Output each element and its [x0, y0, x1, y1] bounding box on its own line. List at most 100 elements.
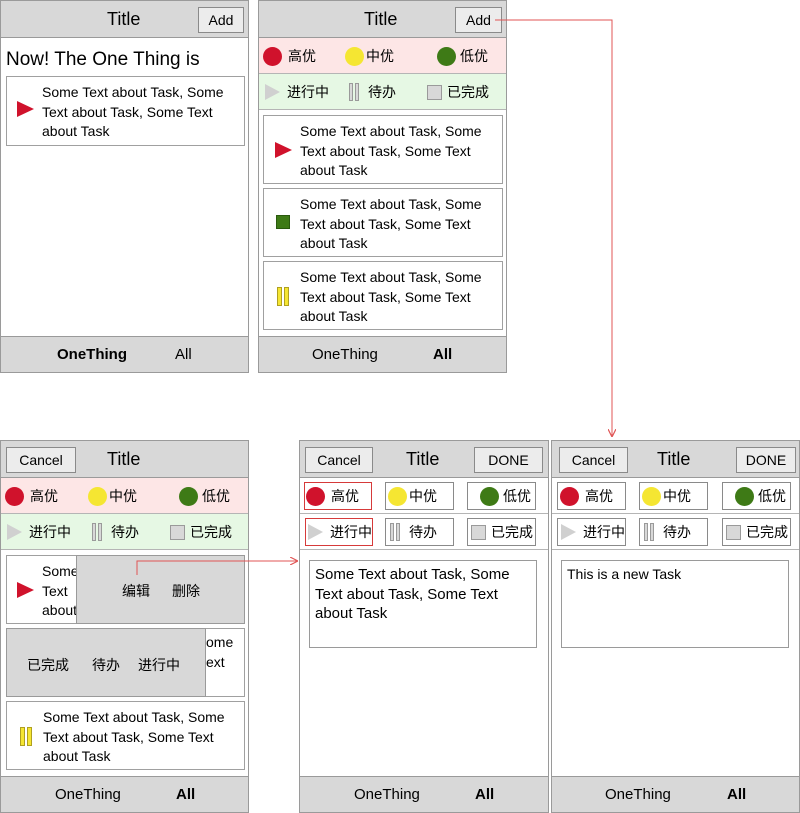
tab-all[interactable]: All — [176, 786, 195, 803]
priority-mid[interactable]: 中优 — [385, 482, 454, 510]
tab-all[interactable]: All — [175, 346, 192, 363]
new-task-input[interactable]: This is a new Task — [561, 560, 789, 648]
priority-low[interactable]: 低优 — [722, 482, 791, 510]
priority-mid[interactable]: 中优 — [345, 38, 394, 74]
priority-filter-bar: 高优 中优 低优 — [1, 478, 248, 514]
play-icon — [308, 524, 323, 540]
mark-done-button[interactable]: 已完成 — [27, 655, 69, 675]
priority-selector: 高优 中优 低优 — [300, 478, 548, 514]
status-doing[interactable]: 进行中 — [7, 514, 71, 550]
priority-high-label: 高优 — [331, 488, 359, 504]
header: Cancel Title DONE — [552, 441, 799, 478]
done-button[interactable]: DONE — [736, 447, 796, 473]
red-dot-icon — [306, 486, 325, 506]
tab-all[interactable]: All — [475, 786, 494, 803]
header: Cancel Title — [1, 441, 248, 478]
status-done-label: 已完成 — [447, 84, 489, 100]
priority-high[interactable]: 高优 — [263, 38, 316, 74]
priority-mid-label: 中优 — [366, 48, 394, 64]
status-filter-bar: 进行中 待办 已完成 — [1, 514, 248, 550]
priority-filter-bar: 高优 中优 低优 — [259, 38, 506, 74]
task-text: Some Text about Task, Some Text about Ta… — [300, 196, 482, 251]
header: Title Add — [259, 1, 506, 38]
tab-onething[interactable]: OneThing — [312, 346, 378, 363]
priority-high[interactable]: 高优 — [557, 482, 626, 510]
stop-icon — [726, 524, 741, 540]
priority-mid[interactable]: 中优 — [88, 478, 137, 514]
status-todo[interactable]: 待办 — [639, 518, 708, 546]
status-doing[interactable]: 进行中 — [557, 518, 626, 546]
tab-all[interactable]: All — [727, 786, 746, 803]
status-todo[interactable]: 待办 — [349, 74, 396, 110]
task-card[interactable]: Some Text about Task, Some Text about Ta… — [6, 76, 245, 146]
tab-onething[interactable]: OneThing — [605, 786, 671, 803]
status-done[interactable]: 已完成 — [467, 518, 536, 546]
delete-button[interactable]: 删除 — [172, 581, 200, 601]
doing-red-icon — [17, 101, 34, 117]
play-icon — [265, 84, 280, 100]
priority-low[interactable]: 低优 — [179, 478, 230, 514]
edit-button[interactable]: 编辑 — [122, 581, 150, 601]
tab-all[interactable]: All — [433, 346, 452, 363]
pause-icon — [644, 523, 656, 541]
task-card[interactable]: Some Text about Task, Some Text about Ta… — [263, 261, 503, 330]
cancel-button[interactable]: Cancel — [559, 447, 628, 473]
status-todo[interactable]: 待办 — [92, 514, 139, 550]
screen-onething: Title Add Now! The One Thing is Some Tex… — [0, 0, 249, 373]
screen-edit-task: Cancel Title DONE 高优 中优 低优 进行中 待办 已完成 So… — [299, 440, 549, 813]
yellow-dot-icon — [388, 486, 407, 506]
priority-low[interactable]: 低优 — [437, 38, 488, 74]
header: Title Add — [1, 1, 248, 38]
status-todo-label: 待办 — [409, 524, 437, 540]
priority-high[interactable]: 高优 — [5, 478, 58, 514]
mark-doing-button[interactable]: 进行中 — [138, 655, 180, 675]
task-text: Some Text about Task, Some Text about Ta… — [43, 709, 225, 764]
screen-title: Title — [657, 449, 691, 469]
stop-icon — [427, 84, 442, 100]
tab-onething[interactable]: OneThing — [55, 786, 121, 803]
priority-low[interactable]: 低优 — [467, 482, 536, 510]
screen-all: Title Add 高优 中优 低优 进行中 待办 已完成 Some Text … — [258, 0, 507, 373]
status-todo-label: 待办 — [368, 84, 396, 100]
screen-title: Title — [406, 449, 440, 469]
yellow-dot-icon — [88, 486, 107, 506]
task-card[interactable]: Some Text about Task, Some Text about Ta… — [263, 188, 503, 257]
play-icon — [561, 524, 576, 540]
screen-new-task: Cancel Title DONE 高优 中优 低优 进行中 待办 已完成 Th… — [551, 440, 800, 813]
add-button[interactable]: Add — [198, 7, 244, 33]
priority-mid[interactable]: 中优 — [639, 482, 708, 510]
status-filter-bar: 进行中 待办 已完成 — [259, 74, 506, 110]
done-button[interactable]: DONE — [474, 447, 543, 473]
screen-title: Title — [364, 9, 398, 29]
task-text-input[interactable]: Some Text about Task, Some Text about Ta… — [309, 560, 537, 648]
pause-icon — [92, 523, 104, 541]
green-dot-icon — [480, 486, 499, 506]
green-dot-icon — [735, 486, 754, 506]
task-card[interactable]: Some Text about Task, Some Text about Ta… — [6, 701, 245, 770]
status-doing[interactable]: 进行中 — [265, 74, 329, 110]
mark-todo-button[interactable]: 待办 — [92, 655, 120, 675]
onething-heading: Now! The One Thing is — [6, 49, 200, 70]
priority-high[interactable]: 高优 — [304, 482, 372, 510]
status-done[interactable]: 已完成 — [722, 518, 791, 546]
swipe-actions-right: 编辑 删除 — [76, 555, 245, 624]
task-card[interactable]: Some Text about Task, Some Text about Ta… — [263, 115, 503, 184]
header: Cancel Title DONE — [300, 441, 548, 478]
status-done[interactable]: 已完成 — [427, 74, 489, 110]
status-todo[interactable]: 待办 — [385, 518, 454, 546]
tab-onething[interactable]: OneThing — [354, 786, 420, 803]
green-dot-icon — [179, 486, 198, 506]
screen-swipe-actions: Cancel Title 高优 中优 低优 进行中 待办 已完成 Some Tex… — [0, 440, 249, 813]
arrow-add-to-new-task — [495, 19, 612, 436]
add-button[interactable]: Add — [455, 7, 502, 33]
status-selector: 进行中 待办 已完成 — [300, 514, 548, 550]
status-done[interactable]: 已完成 — [170, 514, 232, 550]
pause-icon — [349, 83, 361, 101]
priority-low-label: 低优 — [503, 488, 531, 504]
cancel-button[interactable]: Cancel — [305, 447, 373, 473]
tab-onething[interactable]: OneThing — [57, 346, 127, 363]
status-doing[interactable]: 进行中 — [305, 518, 373, 546]
cancel-button[interactable]: Cancel — [6, 447, 76, 473]
stop-icon — [471, 524, 486, 540]
yellow-dot-icon — [345, 46, 364, 66]
